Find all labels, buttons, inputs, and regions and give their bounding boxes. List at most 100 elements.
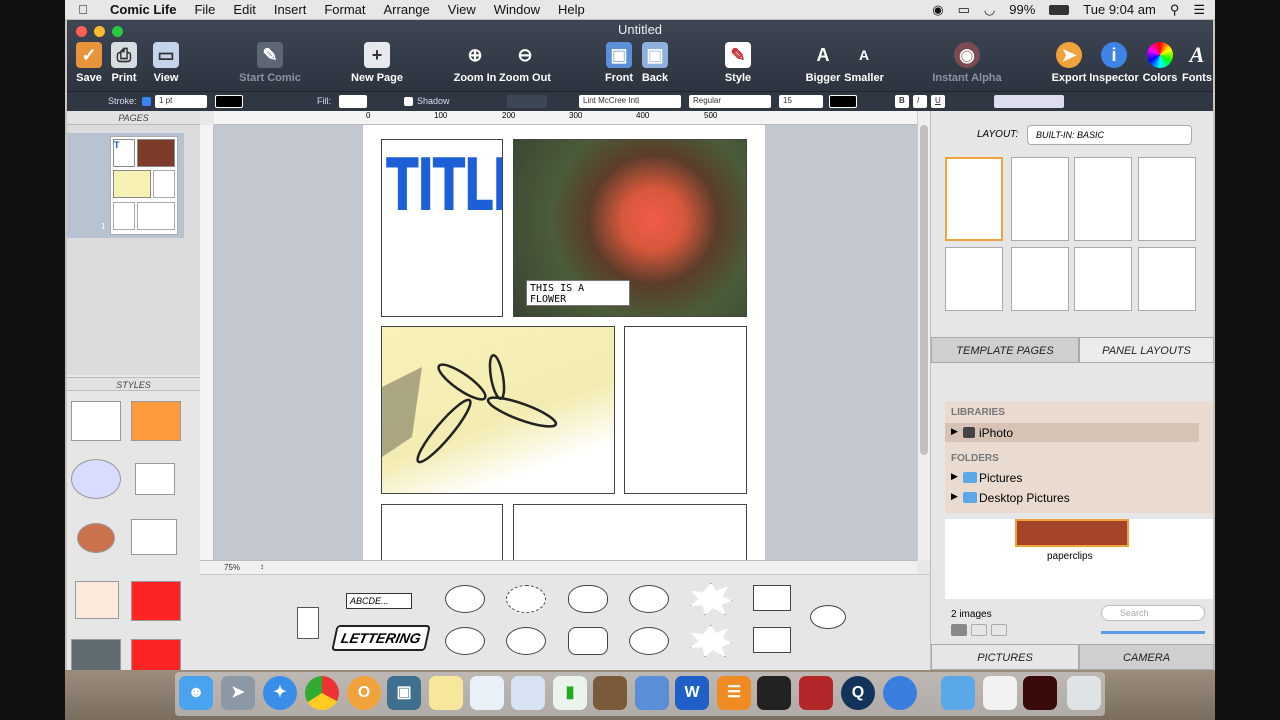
- grid-view-icon[interactable]: [951, 624, 967, 636]
- view-button[interactable]: ▭ View: [136, 42, 196, 84]
- tab-camera[interactable]: CAMERA: [1079, 644, 1214, 670]
- layout-thumbnail[interactable]: [1074, 157, 1132, 241]
- layout-thumbnail[interactable]: [945, 157, 1003, 241]
- lettering-tool[interactable]: LETTERING: [331, 625, 431, 651]
- tab-template-pages[interactable]: TEMPLATE PAGES: [931, 337, 1079, 363]
- fonts-button[interactable]: A Fonts: [1167, 42, 1215, 84]
- image-capture-icon[interactable]: ▣: [387, 676, 421, 710]
- shadow-checkbox[interactable]: [404, 97, 413, 106]
- disclosure-triangle-icon[interactable]: ▶: [951, 491, 958, 502]
- style-swatch[interactable]: [75, 581, 119, 619]
- speech-balloon-tool[interactable]: [445, 585, 485, 613]
- instant-alpha-button[interactable]: ◉ Instant Alpha: [929, 42, 1005, 84]
- new-page-button[interactable]: + New Page: [347, 42, 407, 84]
- clock[interactable]: Tue 9:04 am: [1083, 2, 1156, 17]
- paperclip-image-panel[interactable]: [381, 326, 615, 494]
- menu-file[interactable]: File: [185, 2, 224, 17]
- list-view-icon[interactable]: [971, 624, 987, 636]
- menu-view[interactable]: View: [439, 2, 485, 17]
- layout-thumbnail[interactable]: [1074, 247, 1132, 311]
- text-alignment-control[interactable]: [994, 95, 1064, 108]
- box-balloon-tool[interactable]: [753, 585, 791, 611]
- font-size-select[interactable]: 15: [779, 95, 823, 108]
- menu-help[interactable]: Help: [549, 2, 594, 17]
- safari-icon[interactable]: ✦: [263, 676, 297, 710]
- notification-center-icon[interactable]: ☰: [1193, 2, 1205, 18]
- style-swatch[interactable]: [131, 639, 181, 670]
- scroll-thumb[interactable]: [920, 125, 928, 455]
- back-button[interactable]: ▣ Back: [625, 42, 685, 84]
- start-comic-button[interactable]: ✎ Start Comic: [235, 42, 305, 84]
- library-row-iphoto[interactable]: ▶ iPhoto: [945, 423, 1199, 442]
- menu-format[interactable]: Format: [315, 2, 374, 17]
- menu-edit[interactable]: Edit: [224, 2, 264, 17]
- keynote-icon[interactable]: [635, 676, 669, 710]
- fill-color-well[interactable]: [339, 95, 367, 108]
- empty-panel[interactable]: [513, 504, 747, 560]
- font-style-select[interactable]: Regular: [689, 95, 771, 108]
- quicktime-icon[interactable]: Q: [841, 676, 875, 710]
- style-swatch[interactable]: [131, 581, 181, 621]
- layout-thumbnail[interactable]: [1138, 247, 1196, 311]
- zoom-stepper-icon[interactable]: ↕: [260, 562, 264, 571]
- page-thumbnail[interactable]: T: [110, 136, 178, 235]
- title-panel[interactable]: TITLE: [381, 139, 503, 317]
- menu-insert[interactable]: Insert: [265, 2, 316, 17]
- canvas-vertical-scrollbar[interactable]: [917, 111, 930, 560]
- panel-tool[interactable]: [297, 607, 319, 639]
- orange-app-icon[interactable]: O: [347, 676, 381, 710]
- tab-pictures[interactable]: PICTURES: [931, 644, 1079, 670]
- layout-thumbnail[interactable]: [945, 247, 1003, 311]
- zoom-out-button[interactable]: ⊖ Zoom Out: [495, 42, 555, 84]
- photo-booth-icon[interactable]: [799, 676, 833, 710]
- thought-balloon-tool[interactable]: [629, 627, 669, 655]
- thought-balloon-tool[interactable]: [568, 585, 608, 613]
- caption-box[interactable]: THIS IS A FLOWER: [526, 280, 630, 306]
- add-balloon-tool[interactable]: [810, 605, 846, 629]
- folder-dock-icon[interactable]: [941, 676, 975, 710]
- title-lettering[interactable]: TITLE: [386, 144, 502, 228]
- stroke-color-well[interactable]: [215, 95, 243, 108]
- zoom-level-select[interactable]: 75%: [224, 563, 240, 572]
- game-icon[interactable]: [593, 676, 627, 710]
- speech-balloon-tool[interactable]: [506, 627, 546, 655]
- image-thumbnail[interactable]: [1015, 519, 1129, 547]
- style-button[interactable]: ✎ Style: [708, 42, 768, 84]
- layout-thumbnail[interactable]: [1011, 157, 1069, 241]
- comic-life-dock-icon[interactable]: [883, 676, 917, 710]
- menu-window[interactable]: Window: [485, 2, 549, 17]
- record-icon[interactable]: ◉: [932, 2, 943, 18]
- wifi-icon[interactable]: ◡: [984, 2, 995, 18]
- comic-canvas[interactable]: TITLE THIS IS A FLOWER: [214, 125, 917, 560]
- style-swatch[interactable]: [71, 459, 121, 499]
- launchpad-icon[interactable]: ➤: [221, 676, 255, 710]
- trash-icon[interactable]: [1067, 676, 1101, 710]
- screenshot-dock-icon[interactable]: [1023, 676, 1057, 710]
- stroke-width-select[interactable]: 1 pt: [155, 95, 207, 108]
- box-balloon-tool[interactable]: [753, 627, 791, 653]
- layout-thumbnail[interactable]: [1011, 247, 1069, 311]
- ibooks-icon[interactable]: ☰: [717, 676, 751, 710]
- notes-icon[interactable]: [429, 676, 463, 710]
- stroke-checkbox[interactable]: [142, 97, 151, 106]
- underline-button[interactable]: U: [931, 95, 945, 108]
- rounded-balloon-tool[interactable]: [568, 627, 608, 655]
- folder-row[interactable]: ▶ Pictures: [945, 468, 1199, 487]
- finder-icon[interactable]: ☻: [179, 676, 213, 710]
- preview-icon[interactable]: [470, 676, 504, 710]
- detail-view-icon[interactable]: [991, 624, 1007, 636]
- empty-panel[interactable]: [624, 326, 747, 494]
- style-swatch[interactable]: [131, 519, 177, 555]
- disclosure-triangle-icon[interactable]: ▶: [951, 426, 958, 437]
- flower-image-panel[interactable]: THIS IS A FLOWER: [513, 139, 747, 317]
- text-color-well[interactable]: [829, 95, 857, 108]
- apple-menu-icon[interactable]: : [65, 2, 101, 17]
- disclosure-triangle-icon[interactable]: ▶: [951, 471, 958, 482]
- speech-balloon-tool[interactable]: [629, 585, 669, 613]
- style-swatch[interactable]: [77, 523, 115, 553]
- word-icon[interactable]: W: [675, 676, 709, 710]
- folder-row[interactable]: ▶ Desktop Pictures: [945, 488, 1199, 507]
- document-dock-icon[interactable]: [983, 676, 1017, 710]
- pages-icon[interactable]: [511, 676, 545, 710]
- layout-thumbnail[interactable]: [1138, 157, 1196, 241]
